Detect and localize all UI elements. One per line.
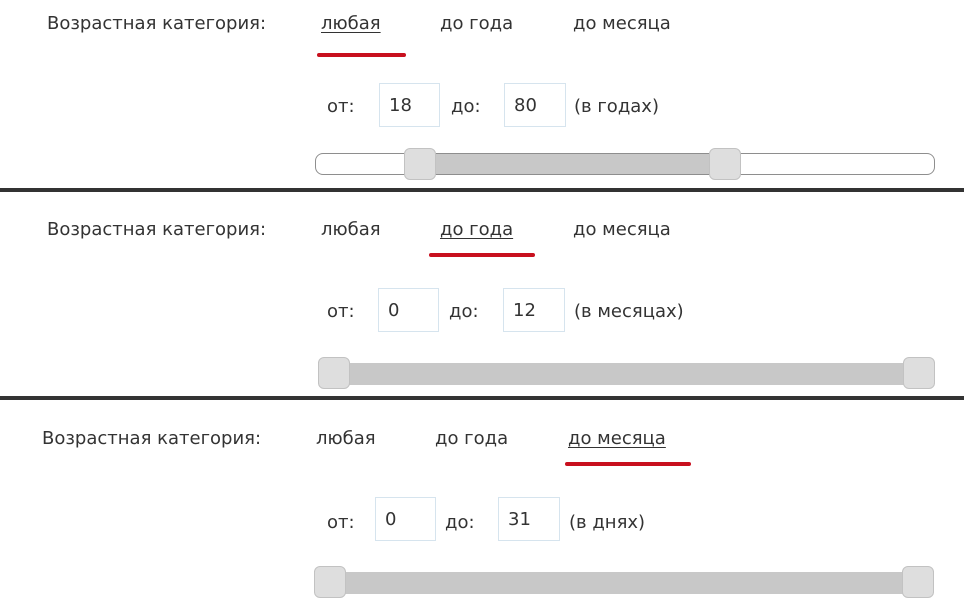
age-range-slider[interactable] — [318, 357, 935, 389]
age-range-slider[interactable] — [315, 148, 935, 180]
to-label: до: — [445, 512, 475, 533]
slider-min-handle[interactable] — [318, 357, 350, 389]
slider-max-handle[interactable] — [903, 357, 935, 389]
tab-up-to-month[interactable]: до месяца — [573, 12, 671, 36]
slider-min-handle[interactable] — [314, 566, 346, 598]
age-category-label: Возрастная категория: — [47, 219, 267, 240]
tab-up-to-month[interactable]: до месяца — [573, 218, 671, 242]
slider-selected-range — [330, 572, 918, 594]
to-input[interactable] — [504, 83, 566, 127]
from-label: от: — [327, 512, 355, 533]
tab-any[interactable]: любая — [321, 218, 381, 242]
slider-selected-range — [419, 154, 725, 174]
to-label: до: — [449, 301, 479, 322]
to-label: до: — [451, 96, 481, 117]
from-label: от: — [327, 301, 355, 322]
tab-up-to-year[interactable]: до года — [440, 218, 513, 242]
tab-any[interactable]: любая — [316, 427, 376, 451]
age-filter-panel-1: Возрастная категория: любая до года до м… — [0, 0, 964, 188]
from-input[interactable] — [379, 83, 440, 127]
tab-up-to-year[interactable]: до года — [440, 12, 513, 36]
slider-max-handle[interactable] — [902, 566, 934, 598]
age-category-label: Возрастная категория: — [42, 428, 262, 449]
tab-up-to-year[interactable]: до года — [435, 427, 508, 451]
slider-min-handle[interactable] — [403, 148, 436, 180]
slider-max-handle[interactable] — [708, 148, 741, 180]
age-range-slider[interactable] — [314, 566, 934, 598]
unit-label: (в днях) — [569, 512, 646, 533]
age-category-label: Возрастная категория: — [47, 13, 267, 34]
active-tab-indicator — [317, 53, 406, 57]
to-input[interactable] — [503, 288, 565, 332]
active-tab-indicator — [429, 253, 535, 257]
active-tab-indicator — [565, 462, 691, 466]
age-filter-panel-2: Возрастная категория: любая до года до м… — [0, 192, 964, 396]
from-input[interactable] — [378, 288, 439, 332]
tab-up-to-month[interactable]: до месяца — [568, 427, 666, 451]
tab-any[interactable]: любая — [321, 12, 381, 36]
slider-selected-range — [334, 363, 919, 385]
to-input[interactable] — [498, 497, 560, 541]
from-label: от: — [327, 96, 355, 117]
age-filter-panel-3: Возрастная категория: любая до года до м… — [0, 400, 964, 598]
unit-label: (в годах) — [574, 96, 659, 117]
from-input[interactable] — [375, 497, 436, 541]
unit-label: (в месяцах) — [574, 301, 684, 322]
